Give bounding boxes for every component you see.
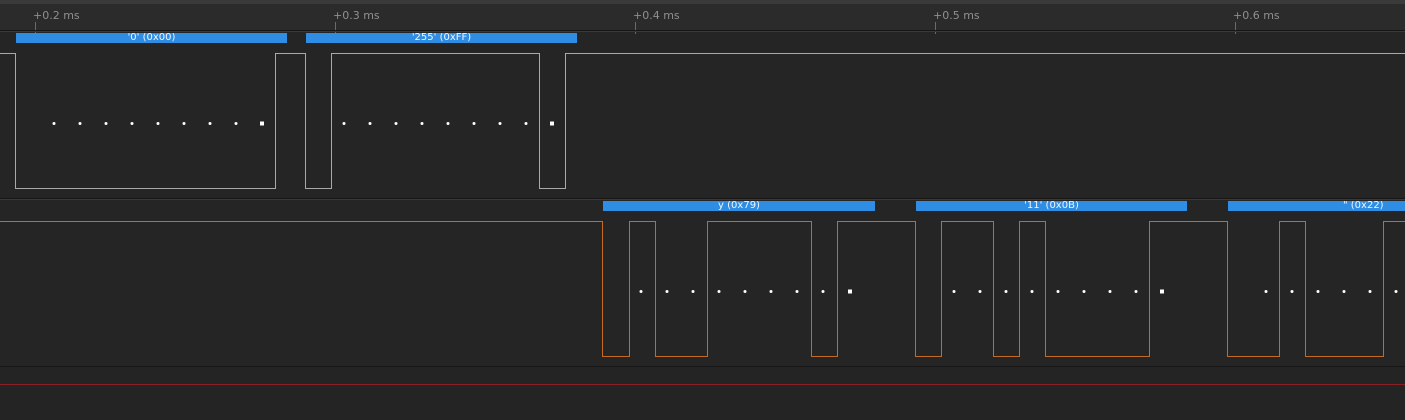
- bit-sample-dot: [795, 290, 799, 293]
- bit-sample-dot: [1368, 290, 1372, 293]
- bit-sample-dot: [1342, 290, 1346, 293]
- waveform-canvas[interactable]: [0, 0, 1405, 420]
- bit-sample-dot: [368, 122, 372, 125]
- bit-sample-dot: [952, 290, 956, 293]
- bit-sample-dot: [446, 122, 450, 125]
- bit-sample-dot: [104, 122, 108, 125]
- bit-sample-dot: [665, 290, 669, 293]
- bit-sample-dot: [342, 122, 346, 125]
- bit-sample-dot: [1004, 290, 1008, 293]
- bit-sample-dot: [691, 290, 695, 293]
- bit-sample-dot: [1290, 290, 1294, 293]
- bit-sample-dot: [717, 290, 721, 293]
- bit-sample-dot: [743, 290, 747, 293]
- bit-sample-dot: [394, 122, 398, 125]
- bit-sample-dot: [52, 122, 56, 125]
- bit-sample-dot: [130, 122, 134, 125]
- bit-sample-dot: [78, 122, 82, 125]
- bit-sample-dot: [769, 290, 773, 293]
- stop-bit-marker: [550, 121, 554, 126]
- bit-sample-dot: [821, 290, 825, 293]
- empty-lane[interactable]: [0, 367, 1405, 420]
- bit-sample-dot: [639, 290, 643, 293]
- bit-sample-dot: [1056, 290, 1060, 293]
- bit-sample-dot: [1264, 290, 1268, 293]
- bit-sample-dot: [1082, 290, 1086, 293]
- bit-sample-dot: [208, 122, 212, 125]
- bit-sample-dot: [472, 122, 476, 125]
- channel-1-bit-markers: [52, 121, 554, 126]
- channel-2-bit-markers: [639, 289, 1398, 294]
- bit-sample-dot: [978, 290, 982, 293]
- bit-sample-dot: [156, 122, 160, 125]
- bit-sample-dot: [182, 122, 186, 125]
- bit-sample-dot: [234, 122, 238, 125]
- logic-analyzer-view[interactable]: +0.2 ms +0.3 ms +0.4 ms +0.5 ms +0.6 ms …: [0, 0, 1405, 420]
- cursor-marker-line[interactable]: [0, 384, 1405, 385]
- channel-1-waveform: [0, 53, 1405, 189]
- bit-sample-dot: [1316, 290, 1320, 293]
- bit-sample-dot: [1134, 290, 1138, 293]
- bit-sample-dot: [498, 122, 502, 125]
- bit-sample-dot: [1394, 290, 1398, 293]
- bit-sample-dot: [1108, 290, 1112, 293]
- bit-sample-dot: [524, 122, 528, 125]
- bit-sample-dot: [1030, 290, 1034, 293]
- bit-sample-dot: [420, 122, 424, 125]
- stop-bit-marker: [848, 289, 852, 294]
- stop-bit-marker: [1160, 289, 1164, 294]
- channel-2-waveform: [0, 221, 1405, 357]
- stop-bit-marker: [260, 121, 264, 126]
